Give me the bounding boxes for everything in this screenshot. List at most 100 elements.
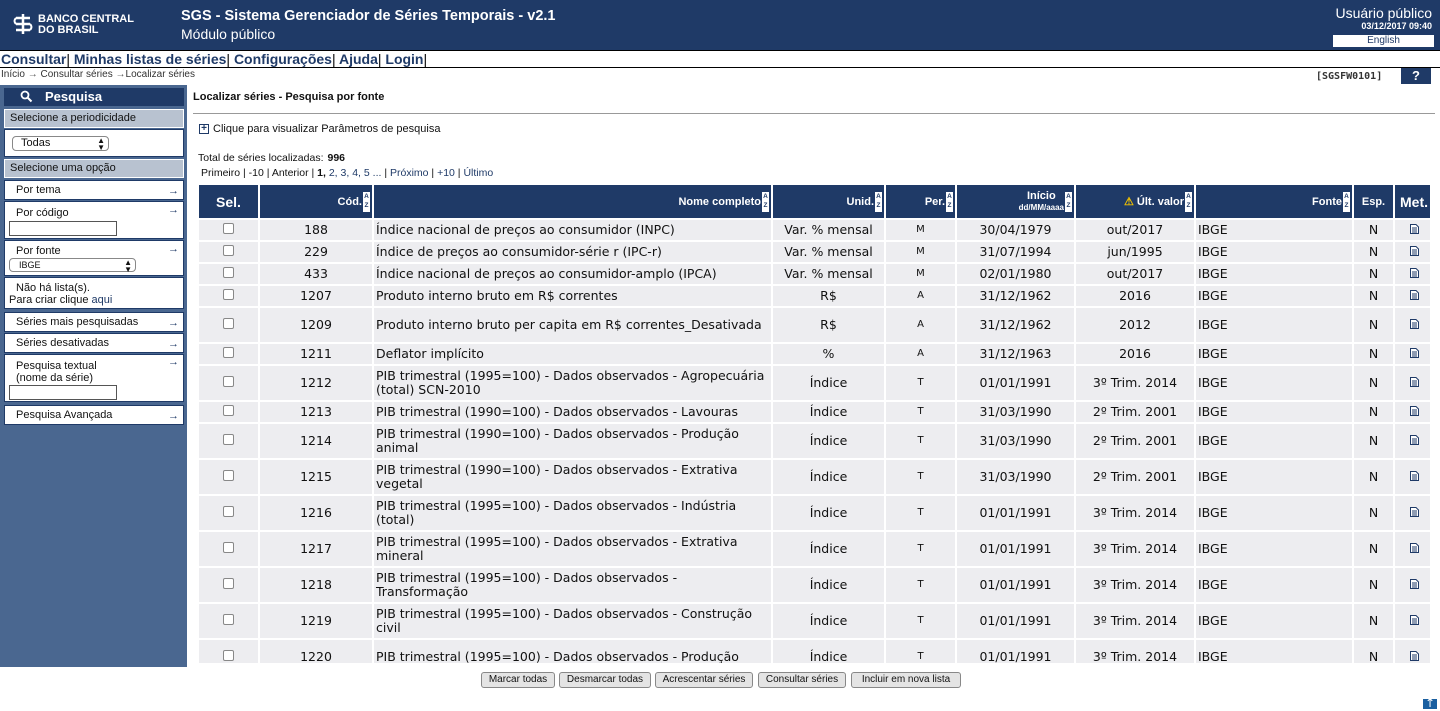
col-unid[interactable]: Unid. A Z — [773, 185, 884, 218]
col-ult-valor[interactable]: ⚠ Últ. valor A Z — [1076, 185, 1194, 218]
row-checkbox[interactable] — [223, 347, 234, 358]
cell-nome[interactable]: Deflator implícito — [374, 344, 771, 364]
sort-az-icon[interactable]: AZ — [875, 191, 882, 212]
table-row[interactable]: 1216 PIB trimestral (1995=100) - Dados ob… — [199, 496, 1430, 530]
cell-cod[interactable]: 1211 — [260, 344, 372, 364]
cell-cod[interactable]: 1212 — [260, 366, 372, 400]
consultar-series-button[interactable]: Consultar séries — [758, 672, 846, 688]
cell-cod[interactable]: 1209 — [260, 308, 372, 342]
pesquisa-textual-input[interactable] — [9, 385, 117, 400]
sidebar-item-desativadas[interactable]: Séries desativadas → — [4, 333, 184, 353]
metadata-doc-icon[interactable] — [1409, 435, 1419, 445]
table-row[interactable]: 1219 PIB trimestral (1995=100) - Dados ob… — [199, 604, 1430, 638]
sidebar-item-por-fonte[interactable]: Por fonte → IBGE ▲ ▼ — [4, 240, 184, 276]
row-checkbox[interactable] — [223, 289, 234, 300]
pager-page-3[interactable]: 3, — [341, 167, 350, 179]
metadata-doc-icon[interactable] — [1409, 651, 1419, 661]
row-checkbox[interactable] — [223, 506, 234, 517]
cell-cod[interactable]: 1207 — [260, 286, 372, 306]
pager-ultimo[interactable]: Último — [463, 167, 493, 179]
sort-az-icon[interactable]: AZ — [1065, 191, 1072, 212]
help-button[interactable]: ? — [1401, 68, 1431, 84]
metadata-doc-icon[interactable] — [1409, 290, 1419, 300]
marcar-todas-button[interactable]: Marcar todas — [481, 672, 555, 688]
cell-nome[interactable]: PIB trimestral (1995=100) - Dados observ… — [374, 640, 771, 663]
row-checkbox[interactable] — [223, 245, 234, 256]
cell-cod[interactable]: 1213 — [260, 402, 372, 422]
cell-cod[interactable]: 1219 — [260, 604, 372, 638]
sidebar-item-mais-pesquisadas[interactable]: Séries mais pesquisadas → — [4, 312, 184, 332]
metadata-doc-icon[interactable] — [1409, 319, 1419, 329]
menu-ajuda[interactable]: Ajuda — [339, 51, 378, 67]
metadata-doc-icon[interactable] — [1409, 471, 1419, 481]
metadata-doc-icon[interactable] — [1409, 246, 1419, 256]
sidebar-item-pesquisa-avancada[interactable]: Pesquisa Avançada → — [4, 405, 184, 425]
menu-configuracoes[interactable]: Configurações — [234, 51, 332, 67]
table-row[interactable]: 1213 PIB trimestral (1990=100) - Dados ob… — [199, 402, 1430, 422]
table-row[interactable]: 1211 Deflator implícito% A 31/12/1963 2016 IB… — [199, 344, 1430, 364]
table-row[interactable]: 1212 PIB trimestral (1995=100) - Dados ob… — [199, 366, 1430, 400]
row-checkbox[interactable] — [223, 614, 234, 625]
cell-cod[interactable]: 1217 — [260, 532, 372, 566]
cell-nome[interactable]: PIB trimestral (1990=100) - Dados observ… — [374, 402, 771, 422]
cell-nome[interactable]: Índice nacional de preços ao consumidor-… — [374, 264, 771, 284]
sidebar-item-pesquisa-textual[interactable]: Pesquisa textual (nome da série) → — [4, 354, 184, 402]
breadcrumb-inicio[interactable]: Início — [1, 69, 25, 80]
pager-mais10[interactable]: +10 — [437, 167, 455, 179]
criar-lista-link[interactable]: aqui — [92, 294, 113, 306]
incluir-nova-lista-button[interactable]: Incluir em nova lista — [851, 672, 961, 688]
metadata-doc-icon[interactable] — [1409, 348, 1419, 358]
table-row[interactable]: 1209 Produto interno bruto per capita em … — [199, 308, 1430, 342]
cell-cod[interactable]: 188 — [260, 220, 372, 240]
table-row[interactable]: 1207 Produto interno bruto em R$ corrente… — [199, 286, 1430, 306]
bcb-logo[interactable]: BANCO CENTRAL DO BRASIL — [12, 11, 142, 41]
cell-nome[interactable]: PIB trimestral (1995=100) - Dados observ… — [374, 532, 771, 566]
params-toggle[interactable]: + Clique para visualizar Parâmetros de pe… — [199, 123, 440, 135]
metadata-doc-icon[interactable] — [1409, 507, 1419, 517]
table-row[interactable]: 1217 PIB trimestral (1995=100) - Dados ob… — [199, 532, 1430, 566]
row-checkbox[interactable] — [223, 542, 234, 553]
col-per[interactable]: Per. A Z — [886, 185, 955, 218]
table-row[interactable]: 1218 PIB trimestral (1995=100) - Dados ob… — [199, 568, 1430, 602]
cell-cod[interactable]: 229 — [260, 242, 372, 262]
menu-login[interactable]: Login — [385, 51, 423, 67]
language-switch-button[interactable]: English — [1333, 35, 1434, 47]
sort-az-icon[interactable]: AZ — [1343, 191, 1350, 212]
cell-cod[interactable]: 1215 — [260, 460, 372, 494]
periodicidade-select[interactable]: Todas ▲ ▼ — [12, 136, 109, 152]
table-row[interactable]: 1220 PIB trimestral (1995=100) - Dados ob… — [199, 640, 1430, 663]
row-checkbox[interactable] — [223, 267, 234, 278]
metadata-doc-icon[interactable] — [1409, 543, 1419, 553]
menu-consultar[interactable]: Consultar — [1, 51, 66, 67]
cell-nome[interactable]: Produto interno bruto em R$ correntes — [374, 286, 771, 306]
pager-proximo[interactable]: Próximo — [390, 167, 429, 179]
col-inicio[interactable]: Início dd/MM/aaaaA Z — [957, 185, 1074, 218]
cell-nome[interactable]: Índice de preços ao consumidor-série r (… — [374, 242, 771, 262]
cell-nome[interactable]: PIB trimestral (1995=100) - Dados observ… — [374, 568, 771, 602]
cell-cod[interactable]: 1218 — [260, 568, 372, 602]
metadata-doc-icon[interactable] — [1409, 268, 1419, 278]
col-fonte[interactable]: Fonte A Z — [1196, 185, 1352, 218]
pager-page-2[interactable]: 2, — [329, 167, 338, 179]
metadata-doc-icon[interactable] — [1409, 615, 1419, 625]
row-checkbox[interactable] — [223, 434, 234, 445]
table-row[interactable]: 229 Índice de preços ao consumidor-série … — [199, 242, 1430, 262]
sort-az-icon[interactable]: AZ — [363, 191, 370, 212]
metadata-doc-icon[interactable] — [1409, 377, 1419, 387]
metadata-doc-icon[interactable] — [1409, 579, 1419, 589]
cell-nome[interactable]: PIB trimestral (1990=100) - Dados observ… — [374, 424, 771, 458]
table-row[interactable]: 1215 PIB trimestral (1990=100) - Dados ob… — [199, 460, 1430, 494]
row-checkbox[interactable] — [223, 650, 234, 661]
table-row[interactable]: 1214 PIB trimestral (1990=100) - Dados ob… — [199, 424, 1430, 458]
sort-az-icon[interactable]: AZ — [762, 191, 769, 212]
row-checkbox[interactable] — [223, 223, 234, 234]
cell-nome[interactable]: PIB trimestral (1990=100) - Dados observ… — [374, 460, 771, 494]
pager-page-5[interactable]: 5 ... — [364, 167, 382, 179]
sidebar-item-por-codigo[interactable]: Por código → — [4, 201, 184, 239]
breadcrumb-consultar[interactable]: Consultar séries — [40, 69, 112, 80]
sort-az-icon[interactable]: AZ — [946, 191, 953, 212]
col-nome[interactable]: Nome completo A Z — [374, 185, 771, 218]
acrescentar-series-button[interactable]: Acrescentar séries — [655, 672, 753, 688]
col-cod[interactable]: Cód. A Z — [260, 185, 372, 218]
table-row[interactable]: 433 Índice nacional de preços ao consumid… — [199, 264, 1430, 284]
